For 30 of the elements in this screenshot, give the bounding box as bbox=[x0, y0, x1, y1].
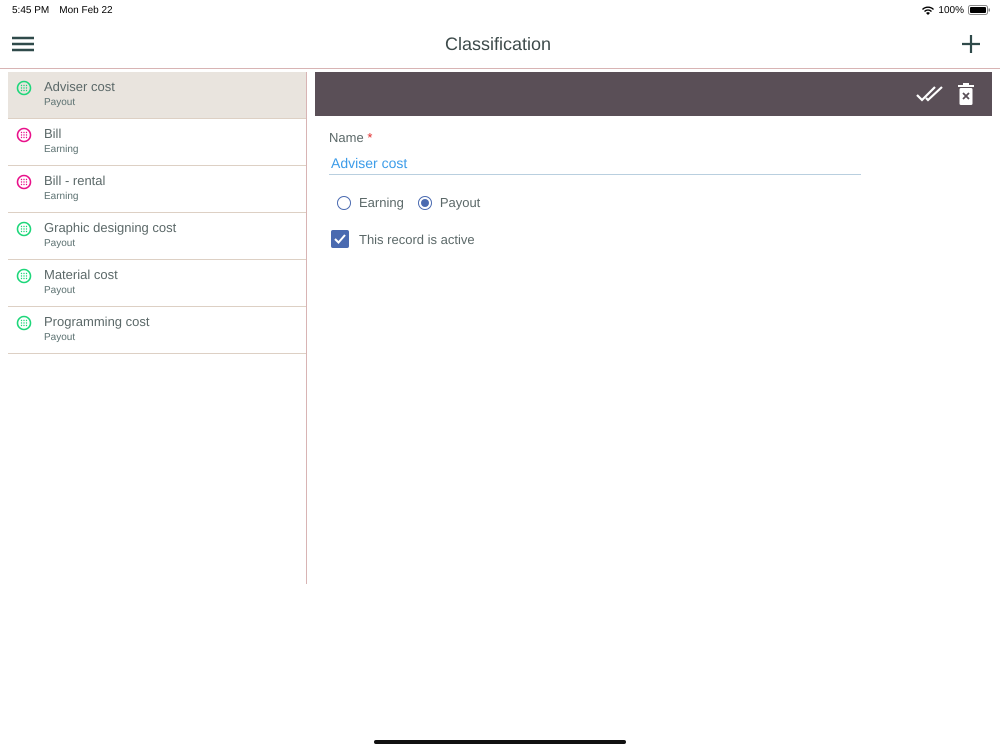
delete-button[interactable] bbox=[956, 81, 976, 107]
status-time: 5:45 PM bbox=[12, 4, 50, 16]
wifi-icon bbox=[922, 6, 934, 14]
item-type: Payout bbox=[44, 97, 76, 108]
name-field[interactable]: Adviser cost bbox=[329, 149, 861, 175]
item-name: Programming cost bbox=[44, 314, 150, 329]
item-name: Bill bbox=[44, 126, 62, 141]
item-type: Payout bbox=[44, 285, 76, 296]
radio-button[interactable] bbox=[337, 196, 351, 210]
battery-icon bbox=[968, 5, 990, 15]
status-date: Mon Feb 22 bbox=[59, 4, 113, 16]
checkbox-label: This record is active bbox=[359, 232, 475, 246]
item-name: Material cost bbox=[44, 267, 118, 282]
list-item[interactable]: Adviser cost Payout bbox=[8, 72, 306, 119]
item-type: Earning bbox=[44, 191, 80, 202]
page-title: Classification bbox=[444, 34, 552, 54]
item-type: Payout bbox=[44, 238, 76, 249]
battery-percent: 100% bbox=[938, 4, 964, 16]
menu-button[interactable] bbox=[10, 34, 36, 54]
radio-button[interactable] bbox=[418, 196, 432, 210]
name-label: Name * bbox=[329, 130, 374, 145]
radio-label: Earning bbox=[359, 195, 404, 210]
item-name: Bill - rental bbox=[44, 173, 106, 188]
item-type: Earning bbox=[44, 144, 78, 155]
radio-label: Payout bbox=[440, 195, 480, 210]
active-checkbox[interactable] bbox=[331, 230, 349, 248]
item-name: Graphic designing cost bbox=[44, 220, 176, 235]
add-button[interactable] bbox=[960, 33, 982, 55]
item-name: Adviser cost bbox=[44, 79, 115, 94]
item-type: Payout bbox=[44, 332, 76, 343]
